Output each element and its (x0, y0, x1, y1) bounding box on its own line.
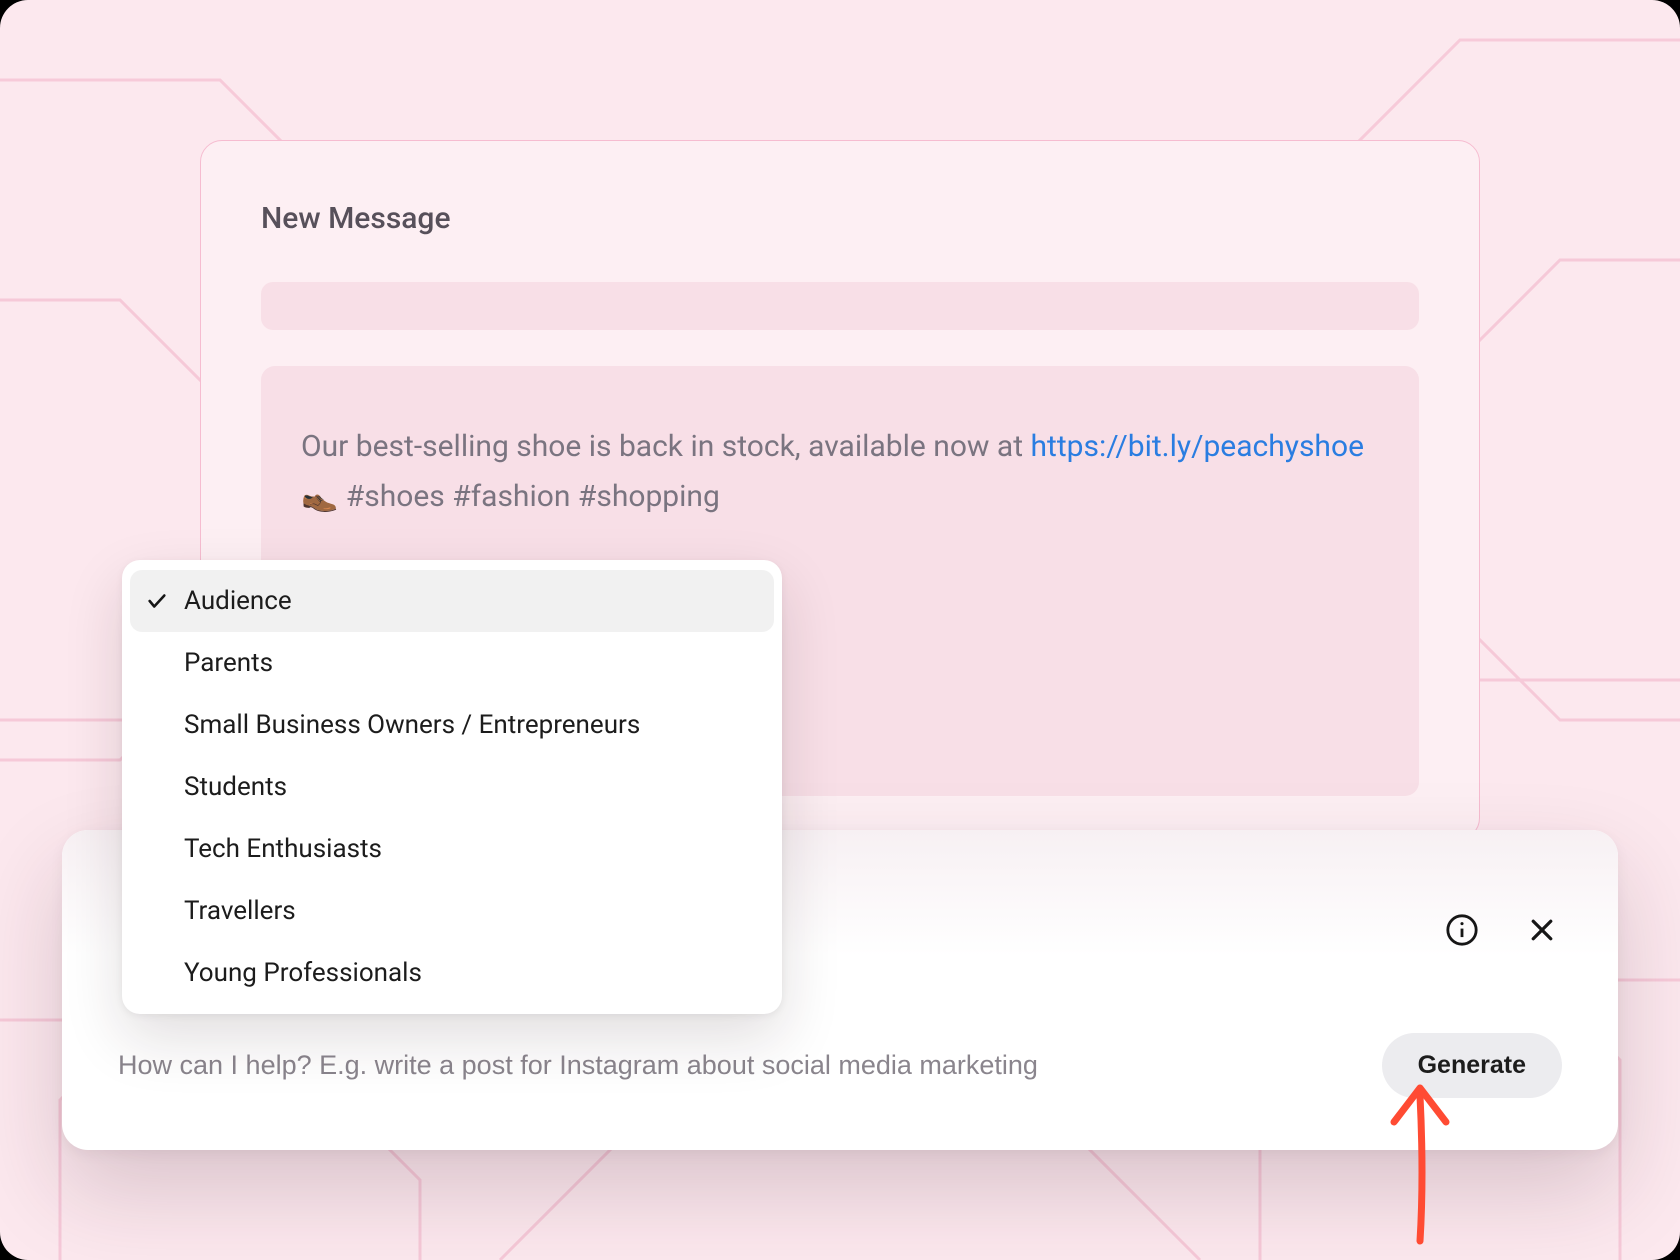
dropdown-item-label: Audience (184, 586, 292, 616)
close-icon[interactable] (1522, 910, 1562, 950)
shoe-emoji: 👞 (301, 479, 338, 514)
dropdown-item-travellers[interactable]: Travellers (122, 880, 782, 942)
dropdown-item-label: Parents (184, 648, 273, 678)
composer-link[interactable]: https://bit.ly/peachyshoe (1031, 429, 1364, 464)
check-icon (144, 588, 170, 614)
dropdown-item-students[interactable]: Students (122, 756, 782, 818)
dropdown-item-label: Tech Enthusiasts (184, 834, 382, 864)
composer-body-text: Our best-selling shoe is back in stock, … (301, 429, 1031, 464)
dropdown-item-small-business-owners[interactable]: Small Business Owners / Entrepreneurs (122, 694, 782, 756)
prompt-row: Generate (118, 1033, 1562, 1098)
dropdown-item-young-professionals[interactable]: Young Professionals (122, 942, 782, 1004)
prompt-input[interactable] (118, 1034, 1352, 1098)
app-frame: New Message Our best-selling shoe is bac… (0, 0, 1680, 1260)
info-icon[interactable] (1442, 910, 1482, 950)
dropdown-item-parents[interactable]: Parents (122, 632, 782, 694)
dropdown-item-audience[interactable]: Audience (130, 570, 774, 632)
composer-toolbar-placeholder (261, 282, 1419, 330)
dropdown-item-label: Travellers (184, 896, 296, 926)
composer-title: New Message (261, 201, 1419, 236)
composer-text: Our best-selling shoe is back in stock, … (301, 422, 1379, 521)
composer-hashtags: #shoes #fashion #shopping (338, 479, 720, 514)
generate-button[interactable]: Generate (1382, 1033, 1562, 1098)
dropdown-item-label: Students (184, 772, 287, 802)
dropdown-item-label: Young Professionals (184, 958, 422, 988)
audience-dropdown[interactable]: Audience Parents Small Business Owners /… (122, 560, 782, 1014)
prompt-panel-actions (1442, 910, 1562, 950)
dropdown-item-tech-enthusiasts[interactable]: Tech Enthusiasts (122, 818, 782, 880)
dropdown-item-label: Small Business Owners / Entrepreneurs (184, 710, 640, 740)
